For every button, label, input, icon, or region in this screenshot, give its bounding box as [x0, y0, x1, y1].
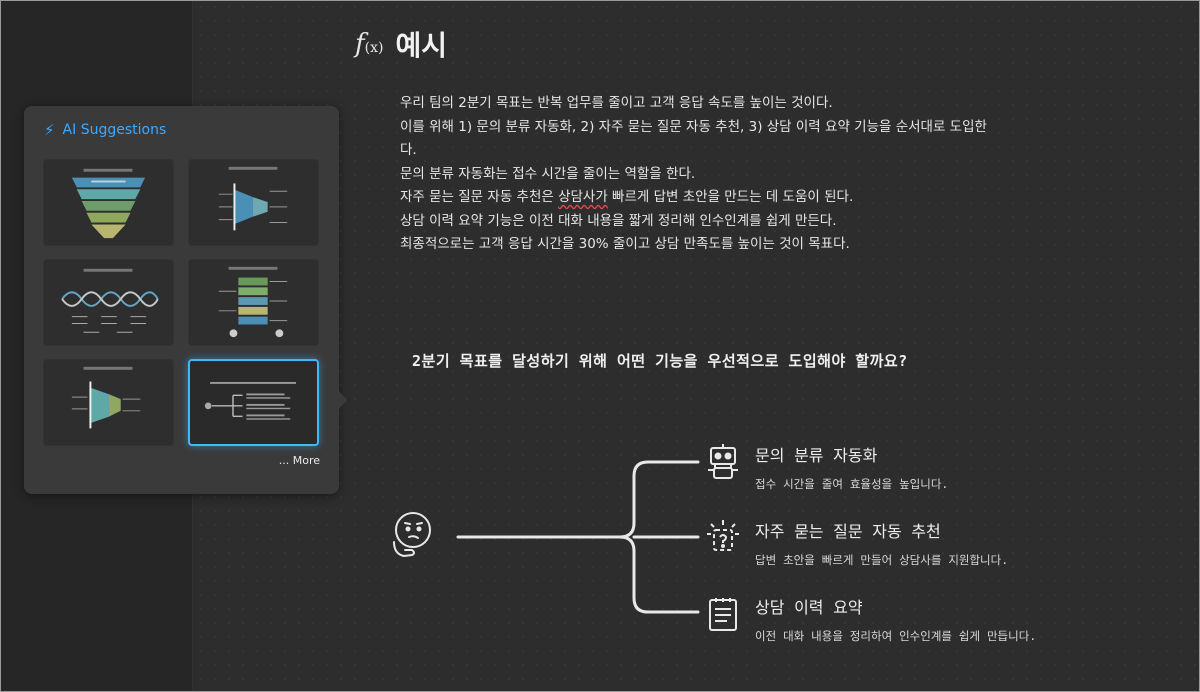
window-border: [0, 0, 1200, 692]
